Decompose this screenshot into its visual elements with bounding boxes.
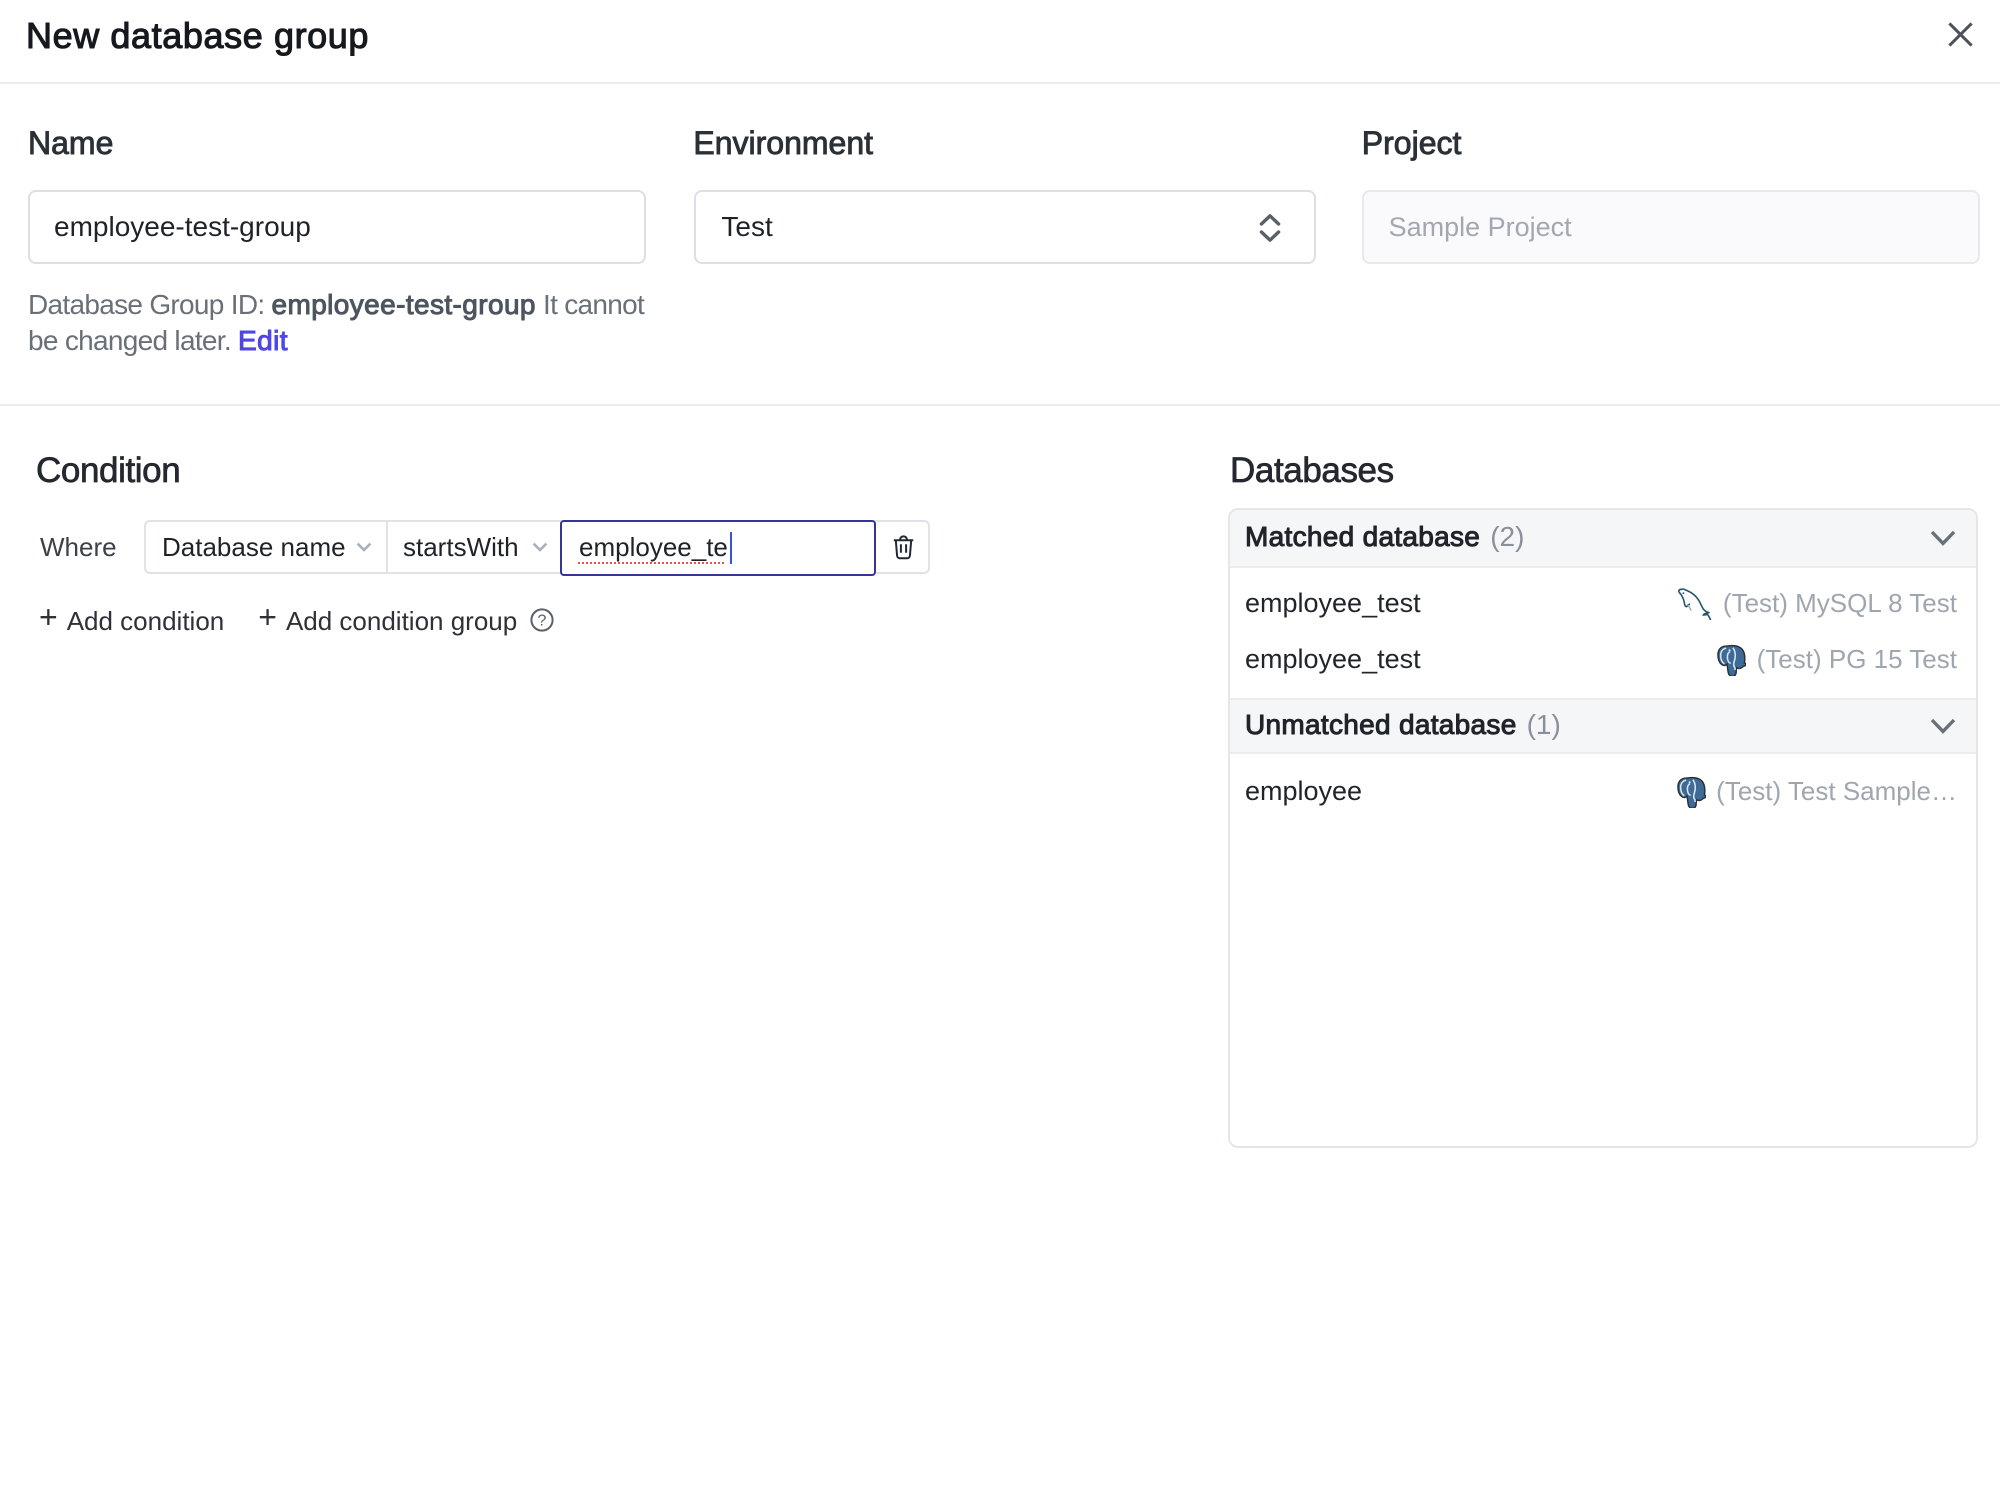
svg-text:?: ? xyxy=(537,612,546,629)
